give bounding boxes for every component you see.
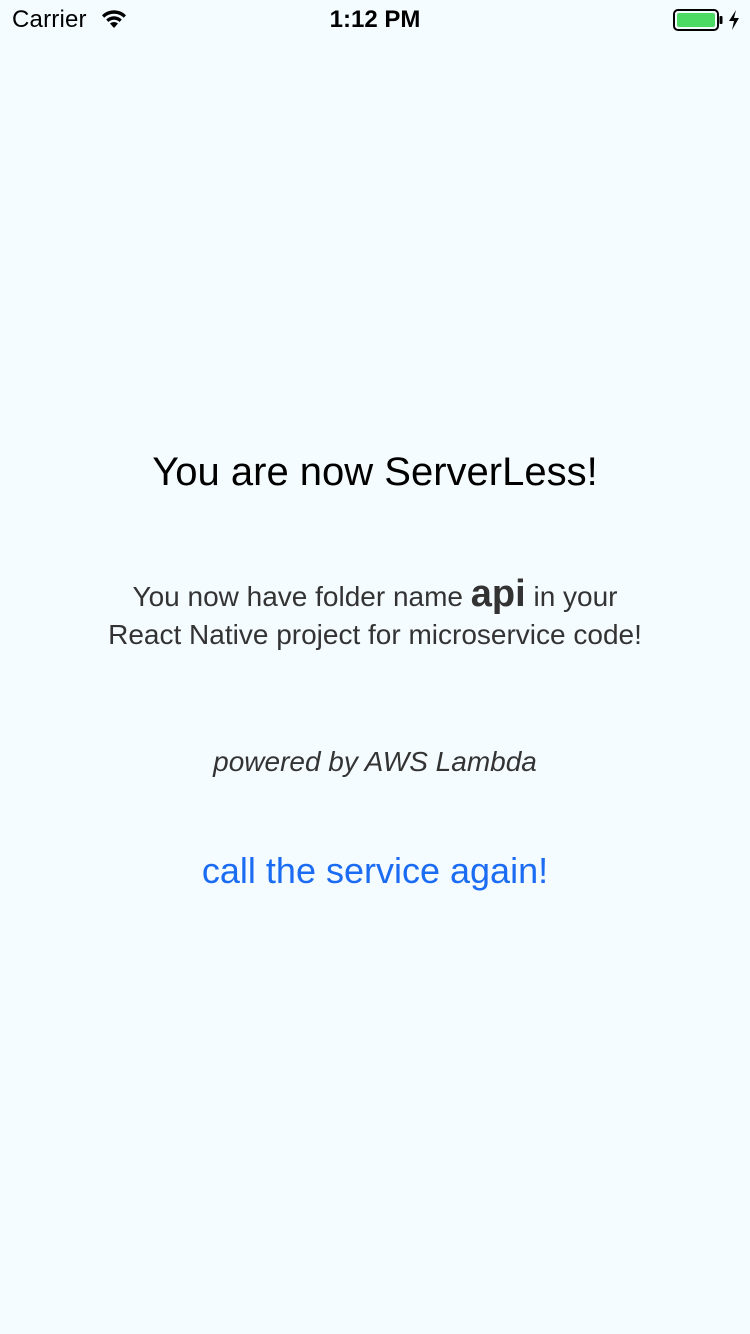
instructions-prefix: You now have folder name — [132, 581, 471, 612]
call-service-again-link[interactable]: call the service again! — [202, 850, 548, 891]
battery-icon — [673, 9, 723, 31]
status-bar: Carrier 1:12 PM — [0, 0, 750, 40]
instructions-suffix: in your — [525, 581, 618, 612]
charging-bolt-icon — [729, 10, 739, 30]
status-time: 1:12 PM — [329, 6, 421, 33]
powered-by-text: powered by AWS Lambda — [213, 746, 537, 777]
instructions-line-2: React Native project for microservice co… — [108, 619, 642, 650]
instructions-text: You now have folder name api in your Rea… — [0, 575, 750, 654]
welcome-title: You are now ServerLess! — [152, 450, 598, 494]
call-service-container: call the service again! — [0, 850, 750, 892]
instructions-line-1: You now have folder name api in your — [0, 575, 750, 616]
folder-name: api — [470, 573, 526, 615]
